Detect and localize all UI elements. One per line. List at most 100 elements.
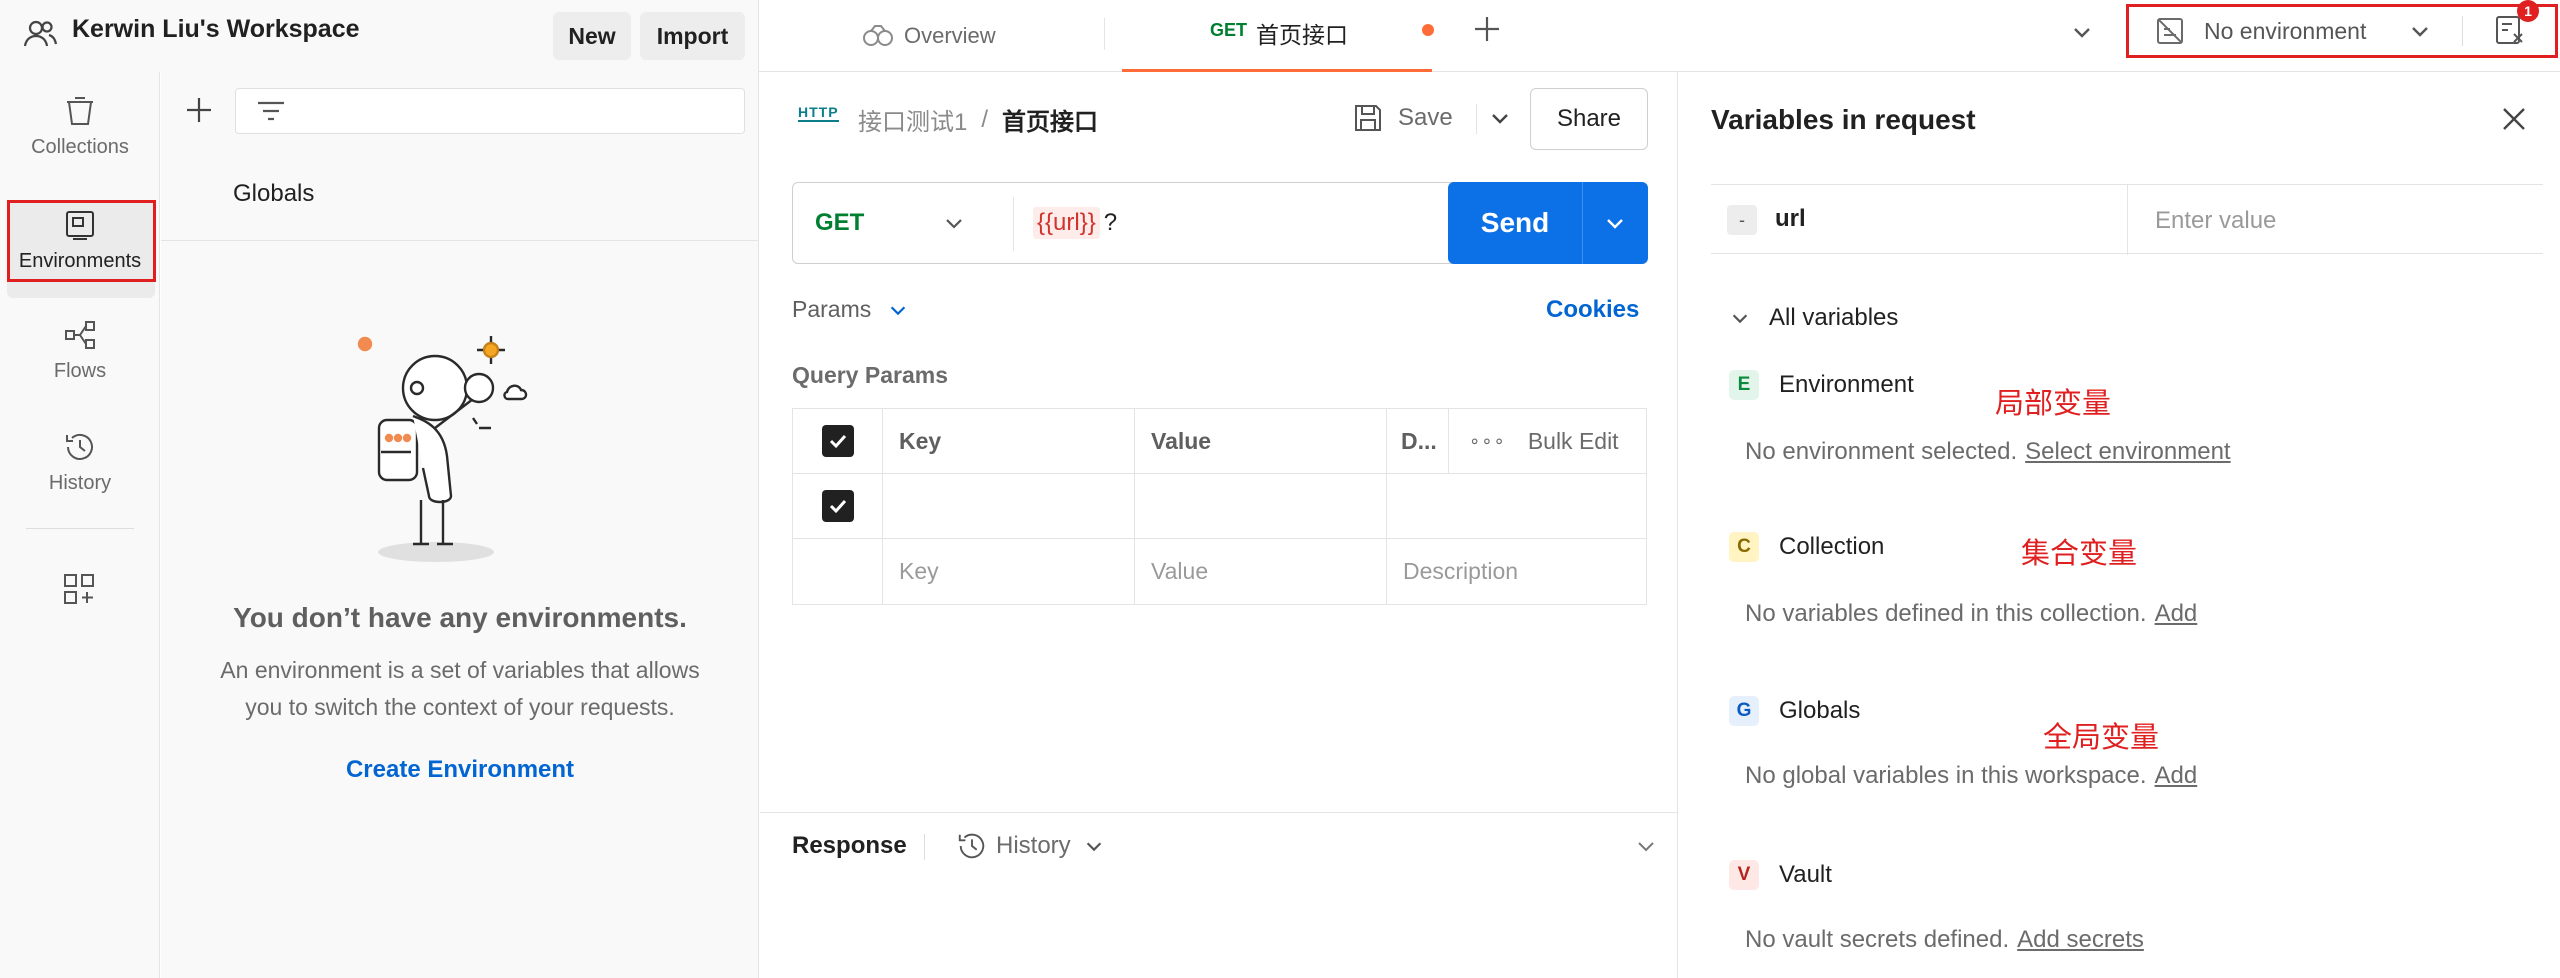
breadcrumb-request[interactable]: 首页接口 [1002,102,1098,137]
variable-status-icon: - [1727,205,1757,235]
history-dropdown[interactable]: History [956,830,1105,862]
share-button[interactable]: Share [1530,88,1648,150]
environment-annotation: 局部变量 [1995,386,2112,420]
column-header-key: Key [883,409,1135,473]
collection-description: No variables defined in this collection.… [1745,600,2197,628]
url-bar: GET {{url}} ? [792,182,1492,264]
chevron-down-icon [891,305,906,315]
more-icon[interactable]: ∘∘∘ [1469,431,1506,452]
environment-search-input[interactable] [235,88,745,134]
tab-overview-label: Overview [904,23,996,48]
variable-name: url [1775,205,1806,232]
tab-request[interactable]: GET 首页接口 [1122,0,1434,72]
request-panel: HTTP 接口测试1 / 首页接口 Save Share GET {{url}}… [760,72,1678,978]
value-input[interactable]: Value [1135,539,1387,604]
table-header-row: Key Value D... ∘∘∘ Bulk Edit [793,409,1646,474]
rail-item-collections[interactable]: Collections [0,94,160,159]
rail-flows-label: Flows [53,360,107,382]
globals-item[interactable]: Globals [233,180,314,208]
add-secrets-link[interactable]: Add secrets [2017,926,2144,953]
environment-badge-icon: E [1729,370,1759,400]
row-value-cell[interactable] [1135,474,1387,538]
method-select[interactable]: GET [815,205,966,241]
save-button[interactable]: Save [1352,102,1453,134]
top-bar: Kerwin Liu's Workspace New Import Overvi… [0,0,2560,72]
tab-overview[interactable]: Overview [862,16,996,56]
workspace-header: Kerwin Liu's Workspace New Import [0,0,759,72]
rail-item-environments[interactable]: Environments [0,208,160,273]
cookies-link[interactable]: Cookies [1546,296,1639,324]
rail-item-history[interactable]: History [0,430,160,495]
bulk-edit-label: Bulk Edit [1527,427,1619,454]
workspace-name[interactable]: Kerwin Liu's Workspace [72,15,360,44]
import-button[interactable]: Import [640,12,745,60]
save-label: Save [1398,104,1453,131]
select-all-checkbox[interactable] [793,409,883,473]
tab-method: GET [1210,20,1248,40]
row-checkbox[interactable] [793,474,883,538]
notification-badge: 1 [2517,0,2539,22]
vault-section-header: V Vault [1729,860,1832,890]
no-environment-icon [2157,18,2183,44]
all-variables-toggle[interactable]: All variables [1729,304,1898,332]
environment-selector[interactable]: No environment [2154,12,2432,50]
variable-value-input[interactable]: Enter value [2155,207,2276,235]
save-icon [1355,105,1381,131]
breadcrumb-collection[interactable]: 接口测试1 [858,102,967,137]
description-input[interactable]: Description [1387,539,1646,604]
variable-divider [2127,185,2128,255]
column-header-description: D... [1387,409,1449,473]
url-input[interactable]: {{url}} ? [1033,205,1117,241]
add-collection-variable-link[interactable]: Add [2155,600,2198,627]
select-environment-link[interactable]: Select environment [2025,438,2230,465]
chevron-down-icon [1086,842,1101,852]
unsaved-dot [1422,24,1434,36]
collection-section-title: Collection [1779,533,1885,560]
add-environment-icon[interactable] [185,96,213,124]
send-options-button[interactable] [1583,182,1647,264]
chevron-down-icon [946,219,963,229]
new-button[interactable]: New [553,12,631,60]
http-icon: HTTP [798,104,839,122]
bulk-edit-button[interactable]: ∘∘∘ Bulk Edit [1449,409,1646,473]
add-tab-icon[interactable] [1472,14,1502,44]
environment-desc-text: No environment selected. [1745,438,2018,465]
tabs-dropdown-icon[interactable] [2070,20,2094,44]
history-dropdown-label: History [996,832,1071,859]
filter-icon[interactable] [256,99,286,125]
configure-sidebar-icon[interactable] [62,572,96,606]
add-global-variable-link[interactable]: Add [2155,762,2198,789]
vault-badge-icon: V [1729,860,1759,890]
close-icon[interactable] [2499,104,2529,134]
checkmark-icon [821,425,854,457]
new-row-checkbox-cell [793,539,883,604]
table-row-new: Key Value Description [793,539,1646,604]
flows-icon [65,321,95,349]
variable-row: - url Enter value [1711,184,2543,255]
rail-divider [26,528,134,529]
params-label: Params [792,296,872,322]
breadcrumb: 接口测试1 / 首页接口 [858,102,1098,137]
team-icon [22,16,58,52]
globals-section-title: Globals [1779,697,1861,724]
sidebar-divider [161,240,759,241]
row-description-cell[interactable] [1387,474,1646,538]
all-variables-label: All variables [1769,304,1899,331]
globals-section-header: G Globals [1729,696,1860,726]
key-input[interactable]: Key [883,539,1135,604]
rail-item-flows[interactable]: Flows [0,318,160,383]
url-variable-token[interactable]: {{url}} [1033,207,1100,239]
variables-panel-title: Variables in request [1711,104,1976,135]
environment-section-title: Environment [1779,371,1914,398]
save-options-icon[interactable] [1488,106,1512,130]
globals-desc-text: No global variables in this workspace. [1745,762,2147,789]
row-key-cell[interactable] [883,474,1135,538]
params-toggle[interactable]: Params [792,296,909,323]
environment-selector-label: No environment [2204,17,2367,44]
create-environment-link[interactable]: Create Environment [161,756,759,784]
globals-description: No global variables in this workspace. Ad… [1745,762,2197,790]
collection-badge-icon: C [1729,532,1759,562]
send-button[interactable]: Send [1448,182,1582,264]
collapse-response-icon[interactable] [1634,834,1658,858]
chevron-down-icon [2412,27,2429,37]
